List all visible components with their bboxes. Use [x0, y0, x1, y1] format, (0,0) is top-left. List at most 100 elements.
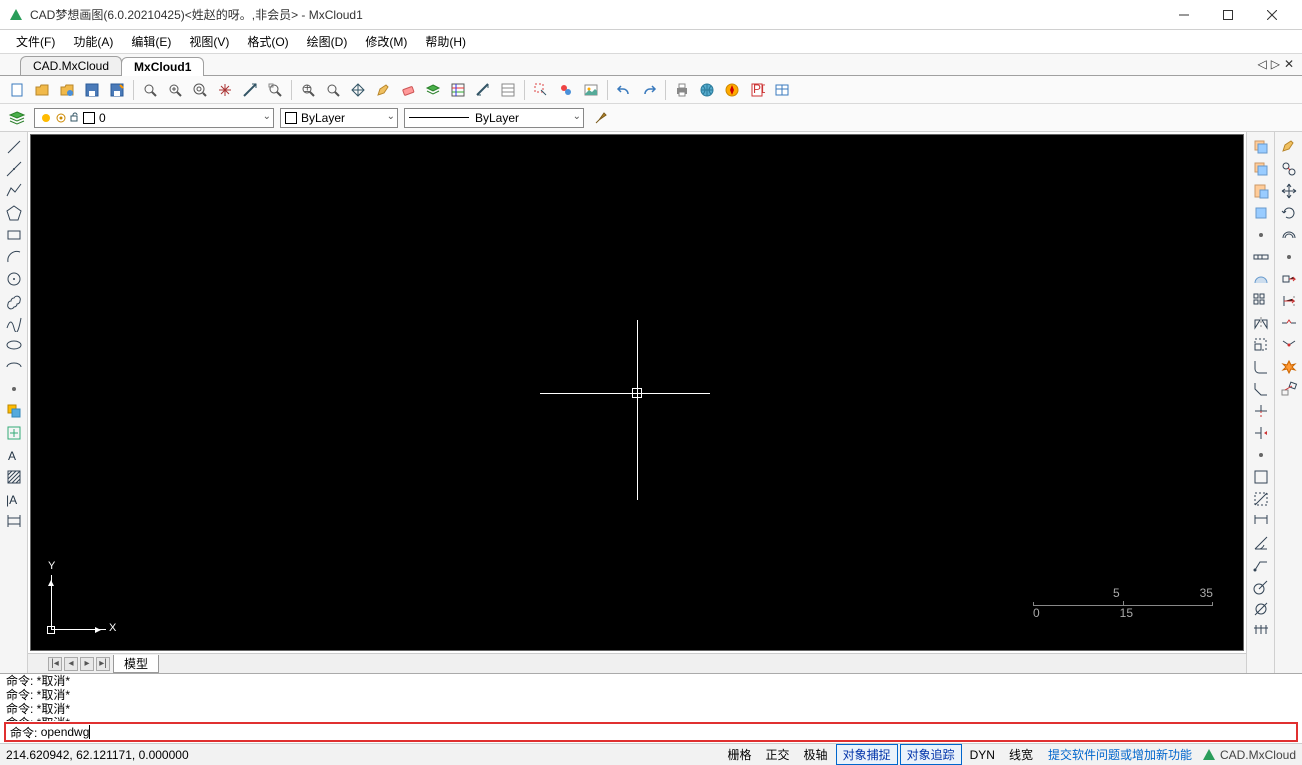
- layout-tab-model[interactable]: 模型: [113, 655, 159, 673]
- zoom-realtime-icon[interactable]: ±: [297, 79, 319, 101]
- insert-icon[interactable]: [2, 422, 26, 444]
- minimize-button[interactable]: [1162, 0, 1206, 30]
- zoom-ext-icon[interactable]: [239, 79, 261, 101]
- pan-icon[interactable]: [214, 79, 236, 101]
- menu-edit[interactable]: 编辑(E): [125, 31, 177, 52]
- color-dropdown[interactable]: ByLayer ⌄: [280, 108, 398, 128]
- feedback-link[interactable]: 提交软件问题或增加新功能: [1048, 746, 1192, 763]
- trim-icon[interactable]: [1249, 400, 1273, 422]
- select-all-icon[interactable]: [1249, 488, 1273, 510]
- break-icon[interactable]: [1277, 312, 1301, 334]
- ellipse-icon[interactable]: [2, 334, 26, 356]
- zoom-in-icon[interactable]: [164, 79, 186, 101]
- explode-icon[interactable]: [1277, 356, 1301, 378]
- rotate-icon[interactable]: [1277, 202, 1301, 224]
- templates-icon[interactable]: [56, 79, 78, 101]
- menu-draw[interactable]: 绘图(D): [301, 31, 354, 52]
- layout-last-icon[interactable]: ▸|: [96, 657, 110, 671]
- ortho-toggle[interactable]: 正交: [760, 745, 796, 764]
- osnap-toggle[interactable]: 对象捕捉: [836, 744, 898, 765]
- saveas-icon[interactable]: [106, 79, 128, 101]
- otrack-toggle[interactable]: 对象追踪: [900, 744, 962, 765]
- tab-prev-icon[interactable]: ◁: [1257, 57, 1266, 71]
- extend-icon[interactable]: [1249, 422, 1273, 444]
- doc-tab[interactable]: CAD.MxCloud: [20, 56, 122, 75]
- pencil-icon[interactable]: [372, 79, 394, 101]
- zoom-out-icon[interactable]: [189, 79, 211, 101]
- mirror-icon[interactable]: [1249, 312, 1273, 334]
- layout-next-icon[interactable]: ▸: [80, 657, 94, 671]
- polar-toggle[interactable]: 极轴: [798, 745, 834, 764]
- stretch-icon[interactable]: [1277, 268, 1301, 290]
- doc-tab-active[interactable]: MxCloud1: [121, 57, 204, 76]
- command-input-line[interactable]: 命令: opendwg: [4, 722, 1298, 742]
- move-icon[interactable]: [1277, 180, 1301, 202]
- align-icon[interactable]: [1277, 378, 1301, 400]
- tab-close-icon[interactable]: ✕: [1284, 57, 1294, 71]
- copy-icon[interactable]: [1277, 158, 1301, 180]
- block-icon[interactable]: [2, 400, 26, 422]
- copy-base-icon[interactable]: [1249, 158, 1273, 180]
- xline-icon[interactable]: [2, 158, 26, 180]
- pdf-icon[interactable]: PDF: [746, 79, 768, 101]
- polygon-icon[interactable]: [2, 202, 26, 224]
- leader-icon[interactable]: [1249, 554, 1273, 576]
- props-icon[interactable]: [497, 79, 519, 101]
- hatch-tool-icon[interactable]: [2, 466, 26, 488]
- menu-func[interactable]: 功能(A): [67, 31, 119, 52]
- layout-prev-icon[interactable]: ◂: [64, 657, 78, 671]
- undo-icon[interactable]: [613, 79, 635, 101]
- copy-clip-icon[interactable]: [1249, 136, 1273, 158]
- palette-icon[interactable]: [555, 79, 577, 101]
- dim-diameter-icon[interactable]: [1249, 598, 1273, 620]
- ellipse-arc-icon[interactable]: [2, 356, 26, 378]
- chamfer-icon[interactable]: [1249, 378, 1273, 400]
- area-icon[interactable]: [1249, 268, 1273, 290]
- dim-continue-icon[interactable]: [1249, 620, 1273, 642]
- dim-linear-icon[interactable]: [1249, 510, 1273, 532]
- print-icon[interactable]: [671, 79, 693, 101]
- distance-icon[interactable]: [1249, 246, 1273, 268]
- array-icon[interactable]: [1249, 290, 1273, 312]
- layout-first-icon[interactable]: |◂: [48, 657, 62, 671]
- line-icon[interactable]: [2, 136, 26, 158]
- dimension-icon[interactable]: [472, 79, 494, 101]
- new-icon[interactable]: [6, 79, 28, 101]
- layer-dropdown[interactable]: 0 ⌄: [34, 108, 274, 128]
- spline-icon[interactable]: [2, 312, 26, 334]
- menu-modify[interactable]: 修改(M): [359, 31, 413, 52]
- close-button[interactable]: [1250, 0, 1294, 30]
- lineweight-toggle[interactable]: 线宽: [1003, 745, 1039, 764]
- eraser-icon[interactable]: [397, 79, 419, 101]
- layers-icon[interactable]: [422, 79, 444, 101]
- dim-tool-icon[interactable]: [2, 510, 26, 532]
- dim-radius-icon[interactable]: [1249, 576, 1273, 598]
- join-icon[interactable]: [1277, 334, 1301, 356]
- zoom-window-icon[interactable]: [139, 79, 161, 101]
- layer-manager-icon[interactable]: [6, 107, 28, 129]
- paste-block-icon[interactable]: [1249, 202, 1273, 224]
- mtext-icon[interactable]: |A: [2, 488, 26, 510]
- regen-icon[interactable]: [347, 79, 369, 101]
- globe-icon[interactable]: [696, 79, 718, 101]
- hatch-icon[interactable]: [447, 79, 469, 101]
- arc-icon[interactable]: [2, 246, 26, 268]
- zoom-prev-icon[interactable]: [264, 79, 286, 101]
- zoom-all-icon[interactable]: [322, 79, 344, 101]
- rectangle-icon[interactable]: [2, 224, 26, 246]
- maximize-button[interactable]: [1206, 0, 1250, 30]
- tab-next-icon[interactable]: ▷: [1271, 57, 1280, 71]
- text-icon[interactable]: A: [2, 444, 26, 466]
- menu-view[interactable]: 视图(V): [183, 31, 235, 52]
- image-icon[interactable]: [580, 79, 602, 101]
- redo-icon[interactable]: [638, 79, 660, 101]
- lengthen-icon[interactable]: [1277, 290, 1301, 312]
- open-icon[interactable]: [31, 79, 53, 101]
- dim-angular-icon[interactable]: [1249, 532, 1273, 554]
- circle-icon[interactable]: [2, 268, 26, 290]
- menu-file[interactable]: 文件(F): [10, 31, 61, 52]
- erase-icon[interactable]: [1277, 136, 1301, 158]
- snap-grid-toggle[interactable]: 栅格: [722, 745, 758, 764]
- paste-icon[interactable]: [1249, 180, 1273, 202]
- fillet-icon[interactable]: [1249, 356, 1273, 378]
